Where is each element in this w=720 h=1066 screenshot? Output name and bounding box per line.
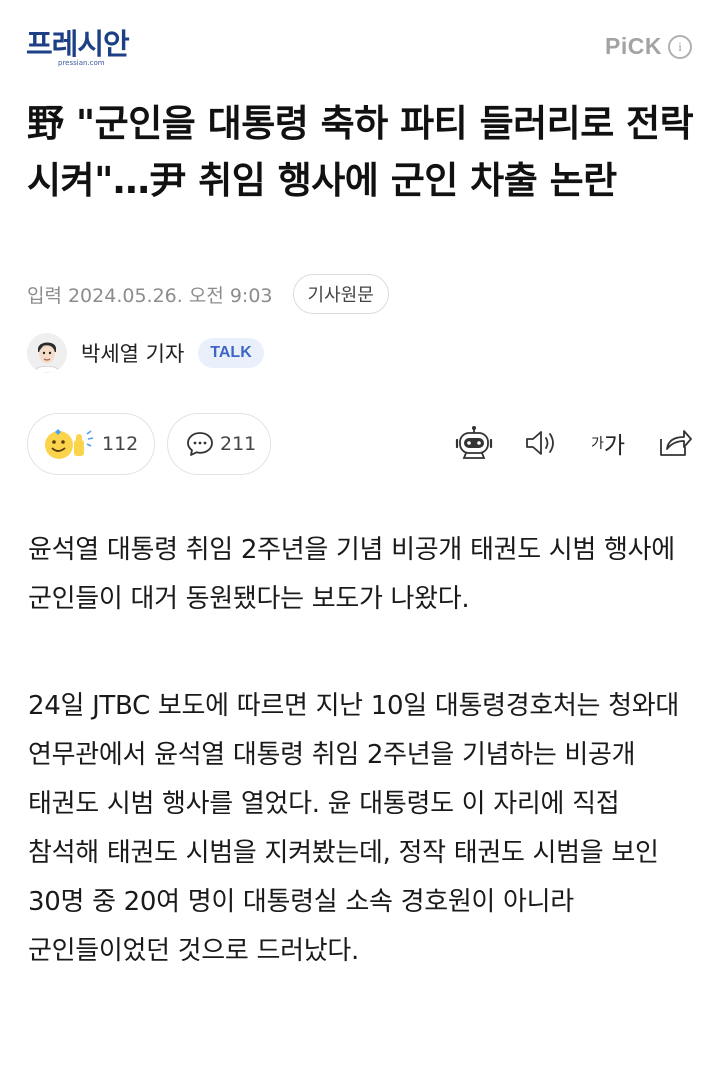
reporter-avatar-image xyxy=(27,333,67,373)
speaker-icon[interactable] xyxy=(519,421,563,465)
font-size-large-glyph: 가 xyxy=(603,433,626,459)
share-icon[interactable] xyxy=(653,421,697,465)
date-value: 2024.05.26. 오전 9:03 xyxy=(67,284,273,307)
font-size-icon[interactable]: 가가 xyxy=(586,421,630,465)
logo-text: 프레시안 xyxy=(26,27,130,61)
comment-button[interactable]: 211 xyxy=(167,413,271,475)
comment-bubble-icon xyxy=(186,431,214,457)
comment-count: 211 xyxy=(220,433,257,455)
reaction-count: 112 xyxy=(102,433,139,455)
article-body: 윤석열 대통령 취임 2주년을 기념 비공개 태권도 시범 행사에 군인들이 대… xyxy=(28,526,698,1034)
original-article-button[interactable]: 기사원문 xyxy=(292,274,389,314)
font-size-small-glyph: 가 xyxy=(590,436,604,452)
reporter-avatar[interactable] xyxy=(27,333,67,373)
article-headline: 野 "군인을 대통령 축하 파티 들러리로 전락시켜"…尹 취임 행사에 군인 … xyxy=(27,102,694,202)
info-icon[interactable]: i xyxy=(668,34,692,59)
publish-date: 입력 2024.05.26. 오전 9:03 xyxy=(27,281,279,308)
pressian-logo[interactable]: 프레시안 pressian.com xyxy=(26,28,130,68)
reaction-button[interactable]: 112 xyxy=(27,413,155,475)
emoji-thumbs-icon xyxy=(44,426,94,462)
logo-subtext: pressian.com xyxy=(58,59,105,67)
top-bar: 프레시안 pressian.com PiCK i xyxy=(0,0,720,90)
byline: 박세열 기자 TALK xyxy=(27,331,264,375)
robot-icon[interactable] xyxy=(452,421,496,465)
reporter-name[interactable]: 박세열 기자 xyxy=(81,338,184,368)
article-paragraph: 24일 JTBC 보도에 따르면 지난 10일 대통령경호처는 청와대 연무관에… xyxy=(28,691,680,966)
pick-badge[interactable]: PiCK i xyxy=(605,33,692,60)
article-paragraph: 윤석열 대통령 취임 2주년을 기념 비공개 태권도 시범 행사에 군인들이 대… xyxy=(28,535,675,614)
talk-button[interactable]: TALK xyxy=(198,338,264,368)
pick-label: PiCK xyxy=(605,33,662,59)
article-tools: 가가 xyxy=(429,421,697,465)
article-action-bar: 112 211 가 가 xyxy=(27,413,697,475)
date-prefix: 입력 xyxy=(27,284,62,307)
article-meta: 입력 2024.05.26. 오전 9:03 기사원문 xyxy=(27,274,389,314)
